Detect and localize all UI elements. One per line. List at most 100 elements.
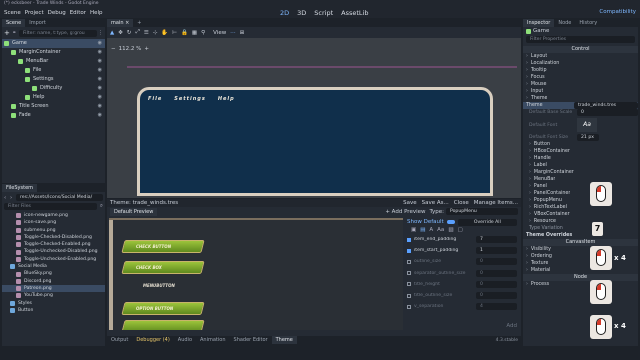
filesystem-filter-input[interactable]: Filter Files: [4, 203, 97, 210]
menu-editor[interactable]: Editor: [70, 10, 86, 16]
close-button[interactable]: Close: [454, 200, 469, 206]
visibility-icon[interactable]: ◉: [98, 66, 102, 75]
tab-main[interactable]: main ×: [107, 19, 134, 27]
tab-filesystem[interactable]: FileSystem: [2, 184, 38, 192]
tab-inspector[interactable]: Inspector: [523, 19, 555, 27]
preview-button-extra[interactable]: [121, 320, 205, 330]
tab-output[interactable]: Output: [107, 336, 132, 344]
theme-property-value[interactable]: 0: [476, 269, 517, 277]
pan-tool-icon[interactable]: ✋: [161, 30, 168, 36]
inspector-group[interactable]: › PopupMenu: [523, 197, 638, 204]
visibility-icon[interactable]: ◉: [98, 102, 102, 111]
override-checkbox[interactable]: [407, 293, 411, 298]
constant-type-icon[interactable]: ▤: [420, 227, 425, 233]
rotate-tool-icon[interactable]: ↻: [127, 30, 132, 36]
zoom-out-icon[interactable]: −: [111, 46, 116, 52]
snap-icon[interactable]: ⋯: [230, 30, 236, 36]
preview-option-button[interactable]: OPTION BUTTON: [121, 302, 205, 315]
inspector-group[interactable]: › Tooltip: [523, 67, 638, 74]
tab-debugger[interactable]: Debugger (4): [132, 336, 173, 344]
override-checkbox[interactable]: [407, 271, 411, 276]
inspector-group[interactable]: › Localization: [523, 60, 638, 67]
file-item[interactable]: Toggle-Unchecked-Disabled.png: [2, 248, 105, 255]
inspector-group[interactable]: › Mouse: [523, 81, 638, 88]
save-button[interactable]: Save: [403, 200, 417, 206]
icon-type-icon[interactable]: ▧: [448, 227, 453, 233]
font-type-icon[interactable]: A: [429, 227, 433, 233]
view-menu[interactable]: View: [213, 30, 226, 36]
preview-check-button[interactable]: CHECK BUTTON: [121, 240, 205, 253]
theme-property-value[interactable]: 7: [476, 236, 517, 244]
zoom-level[interactable]: 112.2 %: [119, 46, 142, 52]
tab-shader-editor[interactable]: Shader Editor: [230, 336, 272, 344]
file-item[interactable]: BlueSky.png: [2, 270, 105, 277]
override-checkbox[interactable]: [407, 304, 411, 309]
add-tab-button[interactable]: +: [133, 19, 145, 27]
visibility-icon[interactable]: ◉: [98, 57, 102, 66]
scene-tree-item[interactable]: File ◉: [2, 66, 105, 75]
inspector-group[interactable]: › HBoxContainer: [523, 148, 638, 155]
scene-tree-item[interactable]: Difficulty ◉: [2, 84, 105, 93]
tab-history[interactable]: History: [575, 19, 601, 27]
folder-item[interactable]: Social Media: [2, 263, 105, 270]
tab-import[interactable]: Import: [25, 19, 50, 27]
file-item[interactable]: icon-save.png: [2, 219, 105, 226]
bone-icon[interactable]: ⚲: [201, 30, 205, 36]
font-preview-icon[interactable]: Aa: [577, 118, 597, 132]
workspace-script-button[interactable]: Script: [314, 9, 333, 17]
default-base-scale-field[interactable]: 0: [577, 109, 638, 116]
default-font-size-field[interactable]: 21 px: [577, 134, 599, 141]
theme-property-value[interactable]: 0: [476, 292, 517, 300]
theme-overrides-row[interactable]: Theme Overrides: [523, 232, 638, 239]
scene-tree-item[interactable]: Settings ◉: [2, 75, 105, 84]
override-checkbox[interactable]: [407, 282, 411, 287]
control-section[interactable]: Control: [523, 46, 638, 53]
tab-scene[interactable]: Scene: [2, 19, 26, 27]
node-section[interactable]: Node: [523, 274, 638, 281]
select-list-icon[interactable]: ☰: [144, 30, 149, 36]
visibility-icon[interactable]: ◉: [98, 111, 102, 120]
menu-help[interactable]: Help: [90, 10, 103, 16]
inspector-group[interactable]: › RichTextLabel: [523, 204, 638, 211]
save-as-button[interactable]: Save As...: [422, 200, 449, 206]
theme-property-row[interactable]: Theme trade_winds.tres: [523, 102, 638, 109]
add-item-button[interactable]: Add: [407, 323, 517, 330]
visibility-icon[interactable]: ◉: [98, 75, 102, 84]
folder-item[interactable]: Styles: [2, 300, 105, 307]
move-tool-icon[interactable]: ✥: [118, 30, 123, 36]
file-item[interactable]: Toggle-Checked-Disabled.png: [2, 234, 105, 241]
zoom-in-icon[interactable]: +: [144, 46, 149, 52]
override-checkbox[interactable]: [407, 248, 411, 253]
inspector-group[interactable]: › Panel: [523, 183, 638, 190]
visibility-icon[interactable]: ◉: [98, 84, 102, 93]
type-select[interactable]: PopupMenu: [446, 208, 518, 215]
tab-animation[interactable]: Animation: [196, 336, 230, 344]
inspector-group[interactable]: › Label: [523, 162, 638, 169]
inspector-group[interactable]: › Process: [523, 281, 638, 288]
scene-tree-item[interactable]: Title Screen ◉: [2, 102, 105, 111]
theme-resource-field[interactable]: trade_winds.tres: [574, 102, 638, 109]
close-icon[interactable]: ×: [125, 20, 129, 26]
grid-icon[interactable]: ⊞: [240, 30, 245, 36]
visibility-icon[interactable]: ◉: [98, 48, 102, 57]
inspector-group[interactable]: › Focus: [523, 74, 638, 81]
theme-property-value[interactable]: 0: [476, 280, 517, 288]
group-icon[interactable]: ▦: [192, 30, 197, 36]
menu-project[interactable]: Project: [25, 10, 44, 16]
link-icon[interactable]: ⚭: [12, 30, 19, 36]
inspector-group[interactable]: › Input: [523, 88, 638, 95]
add-preview-button[interactable]: + Add Preview: [385, 209, 425, 215]
file-item[interactable]: Toggle-Checked-Enabled.png: [2, 241, 105, 248]
preview-check-box[interactable]: CHECK BOX: [121, 261, 205, 274]
file-item[interactable]: icon-newgame.png: [2, 212, 105, 219]
show-default-toggle[interactable]: [446, 220, 455, 224]
tab-default-preview[interactable]: Default Preview: [110, 207, 158, 216]
inspector-group[interactable]: › Handle: [523, 155, 638, 162]
tab-audio[interactable]: Audio: [174, 336, 196, 344]
workspace-2d-button[interactable]: 2D: [280, 9, 289, 17]
scene-tree-item[interactable]: Help ◉: [2, 93, 105, 102]
renderer-button[interactable]: Compatibility: [599, 9, 636, 15]
search-icon[interactable]: ⌕: [97, 203, 103, 210]
inspector-group[interactable]: › Button: [523, 141, 638, 148]
file-item[interactable]: Discord.png: [2, 278, 105, 285]
